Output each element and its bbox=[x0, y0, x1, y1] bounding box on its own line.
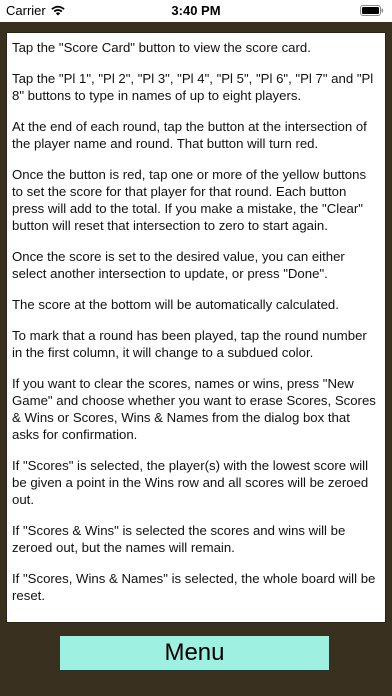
instruction-paragraph: Tap the "Pl 1", "Pl 2", "Pl 3", "Pl 4", … bbox=[12, 71, 374, 103]
menu-button[interactable]: Menu bbox=[59, 635, 330, 671]
instruction-paragraph: At the end of each round, tap the button… bbox=[12, 119, 367, 151]
instruction-paragraph: The score at the bottom will be automati… bbox=[12, 297, 339, 312]
battery-icon bbox=[360, 5, 384, 16]
instruction-paragraph: If you want to clear the scores, names o… bbox=[12, 376, 376, 442]
instruction-paragraph: If "Scores & Wins" is selected the score… bbox=[12, 523, 346, 555]
status-bar: Carrier 3:40 PM bbox=[0, 0, 392, 22]
instructions-panel[interactable]: Tap the "Score Card" button to view the … bbox=[6, 32, 386, 623]
instruction-paragraph: Once the score is set to the desired val… bbox=[12, 249, 345, 281]
instruction-paragraph: To mark that a round has been played, ta… bbox=[12, 328, 367, 360]
instruction-paragraph: Tap the "Score Card" button to view the … bbox=[12, 40, 311, 55]
instruction-paragraph: If "Scores" is selected, the player(s) w… bbox=[12, 458, 369, 507]
status-time: 3:40 PM bbox=[171, 3, 221, 18]
instruction-paragraph: If "Scores, Wins & Names" is selected, t… bbox=[12, 571, 376, 603]
instruction-paragraph: Once the button is red, tap one or more … bbox=[12, 167, 367, 233]
